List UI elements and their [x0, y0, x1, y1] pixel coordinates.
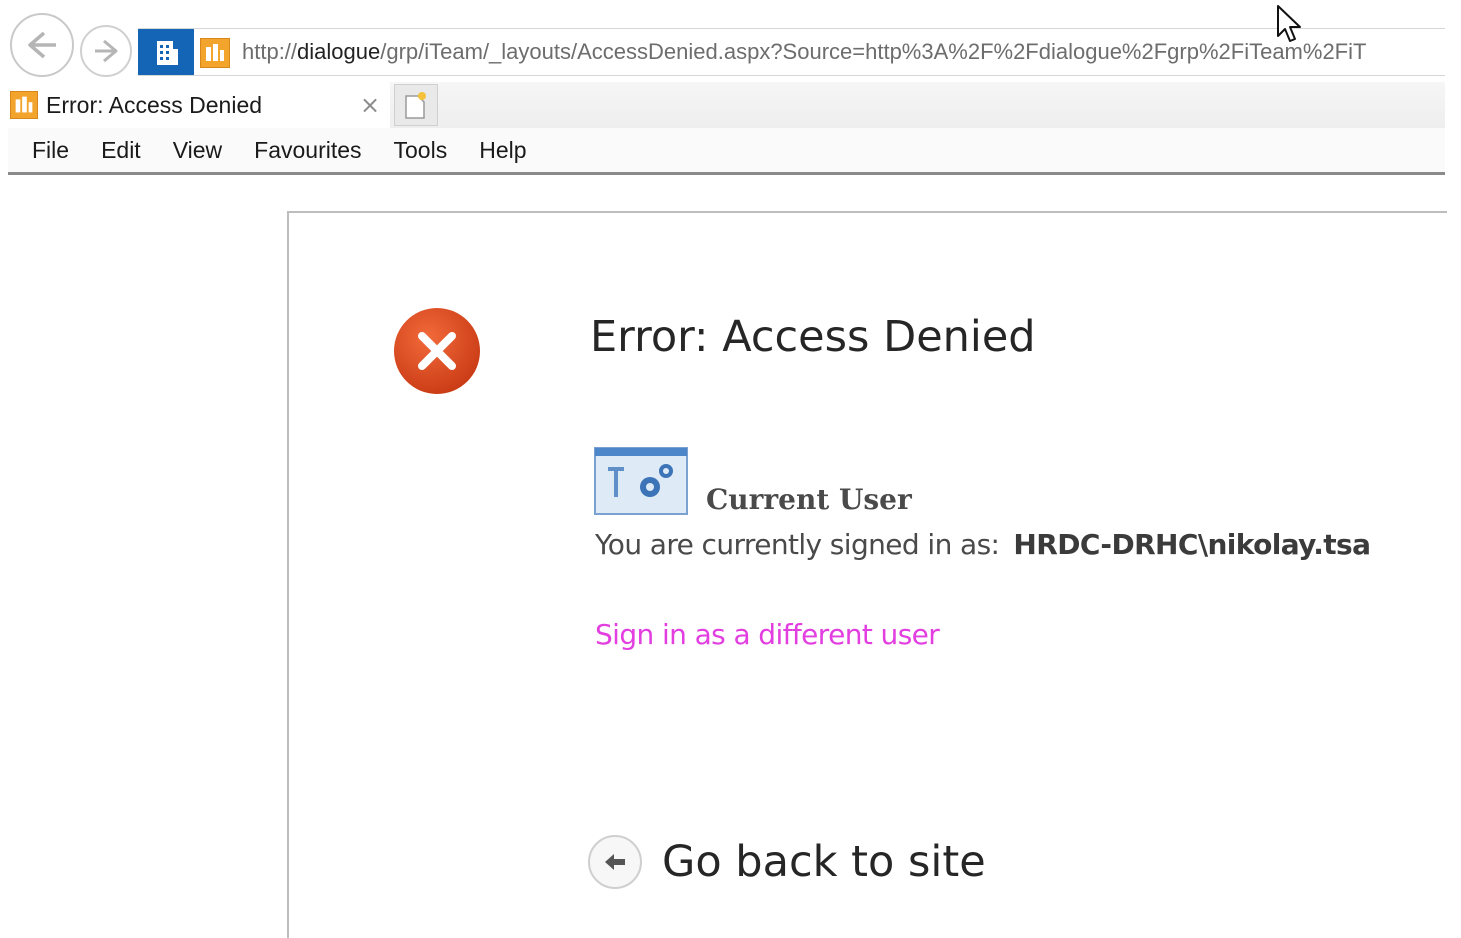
signed-in-row: You are currently signed in as: HRDC-DRHC… [595, 528, 1445, 561]
go-back-label: Go back to site [662, 837, 986, 887]
menu-file[interactable]: File [32, 137, 69, 164]
url-host: dialogue [297, 39, 381, 64]
menu-help[interactable]: Help [479, 137, 526, 164]
go-back-to-site-button[interactable]: Go back to site [588, 832, 986, 892]
tab-close-icon[interactable]: × [360, 82, 380, 128]
back-arrow-icon [588, 835, 642, 889]
forward-arrow-icon [95, 39, 118, 63]
tab-title: Error: Access Denied [46, 92, 263, 118]
sharepoint-favicon-icon [200, 38, 230, 68]
page-title: Error: Access Denied [590, 312, 1036, 362]
browser-nav-bar: http://dialogue/grp/iTeam/_layouts/Acces… [8, 8, 1445, 88]
current-user-heading: Current User [706, 483, 912, 516]
menu-edit[interactable]: Edit [101, 137, 141, 164]
new-tab-button[interactable] [394, 84, 438, 126]
url-text[interactable]: http://dialogue/grp/iTeam/_layouts/Acces… [242, 29, 1442, 75]
tab-error-access-denied[interactable]: Error: Access Denied × [8, 82, 390, 128]
back-arrow-icon [28, 31, 56, 59]
address-bar[interactable]: http://dialogue/grp/iTeam/_layouts/Acces… [138, 28, 1445, 76]
back-button[interactable] [10, 13, 74, 77]
username: HRDC-DRHC\nikolay.tsa [1013, 528, 1371, 561]
tab-strip: Error: Access Denied × [8, 82, 1445, 128]
sign-in-different-user-link[interactable]: Sign in as a different user [595, 618, 940, 651]
mouse-cursor-icon [1277, 5, 1301, 42]
error-x-icon [394, 308, 480, 394]
menu-bar: File Edit View Favourites Tools Help [8, 128, 1445, 175]
menu-tools[interactable]: Tools [394, 137, 448, 164]
menu-view[interactable]: View [173, 137, 222, 164]
sharepoint-favicon-icon [10, 91, 38, 119]
building-icon [138, 29, 194, 75]
menu-favourites[interactable]: Favourites [254, 137, 361, 164]
new-tab-icon [405, 92, 426, 119]
forward-button[interactable] [80, 25, 132, 77]
signed-in-label: You are currently signed in as: [595, 528, 1000, 561]
user-settings-icon [594, 447, 688, 515]
